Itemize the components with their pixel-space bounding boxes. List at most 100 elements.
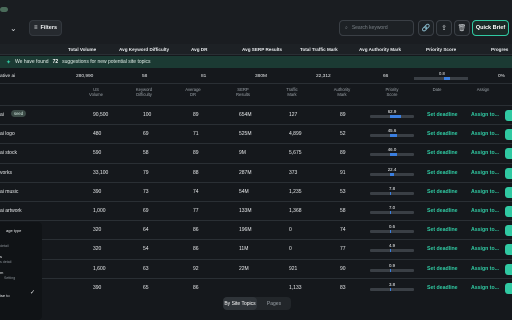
set-deadline-link[interactable]: Set deadline	[427, 227, 458, 233]
dropdown-item[interactable]: ise to	[0, 293, 10, 298]
row-action-button[interactable]	[505, 206, 512, 217]
export-button[interactable]: ⇪	[436, 20, 452, 36]
assign-to-link[interactable]: Assign to...	[471, 170, 499, 176]
col-serp[interactable]: SERP Results	[226, 87, 260, 97]
assign-to-link[interactable]: Assign to...	[471, 208, 499, 214]
summary-keyword: ative ai	[0, 74, 16, 79]
cell-vol: 590	[93, 150, 102, 157]
set-deadline-link[interactable]: Set deadline	[427, 170, 458, 176]
row-keyword[interactable]: ai	[0, 112, 4, 118]
row-keyword[interactable]: ai stock	[0, 150, 17, 156]
priority-score-header[interactable]: Priority Score	[426, 47, 456, 52]
row-action-button[interactable]	[505, 148, 512, 160]
total-traffic-header[interactable]: Total Traffic Mark	[300, 47, 338, 52]
set-deadline-link[interactable]: Set deadline	[427, 112, 458, 118]
cell-kd: 73	[143, 188, 149, 195]
tab-site-topics[interactable]: By Site Topics	[223, 297, 257, 310]
assign-to-link[interactable]: Assign to...	[471, 266, 499, 272]
row-action-button[interactable]	[505, 225, 512, 237]
set-deadline-link[interactable]: Set deadline	[427, 131, 458, 137]
table-row[interactable]: 1,600 63 92 22M 921 90 0.9 Set deadline Assign t…	[0, 258, 512, 278]
summary-volume: 280,990	[76, 74, 94, 79]
assign-to-link[interactable]: Assign to...	[471, 150, 499, 156]
cell-serp: 133M	[239, 208, 252, 214]
table-row[interactable]: ai stock 590 58 89 9M 5,675 89 46.0 Set deadline…	[0, 143, 512, 162]
search-input[interactable]: ⌕ Search keyword	[339, 20, 414, 36]
dropdown-item[interactable]: Setting	[4, 276, 15, 280]
table-row[interactable]: 320 54 86 11M 0 77 4.9 Set deadline Assign to...	[0, 239, 512, 258]
dropdown-item[interactable]: s detail	[0, 260, 11, 264]
dropdown-item[interactable]: age type	[6, 228, 21, 233]
set-deadline-link[interactable]: Set deadline	[427, 266, 458, 272]
row-keyword[interactable]: ai logo	[0, 131, 15, 137]
row-action-button[interactable]	[505, 167, 512, 179]
set-deadline-link[interactable]: Set deadline	[427, 285, 458, 291]
assign-to-link[interactable]: Assign to...	[471, 246, 499, 252]
chevron-down-icon[interactable]: ⌄	[10, 24, 20, 34]
assign-to-link[interactable]: Assign to...	[471, 227, 499, 233]
col-date[interactable]: Date	[420, 87, 454, 92]
table-row[interactable]: 320 64 86 196M 0 74 0.6 Set deadline Assign to..…	[0, 220, 512, 239]
cell-kd: 54	[143, 246, 149, 253]
table-row[interactable]: ai music 390 73 74 54M 1,235 53 7.8 Set deadline…	[0, 181, 512, 201]
set-deadline-link[interactable]: Set deadline	[427, 208, 458, 214]
col-dr[interactable]: Average DR	[176, 87, 210, 97]
row-action-button[interactable]	[505, 186, 512, 198]
cell-auth: 90	[340, 265, 346, 272]
quick-brief-button[interactable]: Quick Brief	[472, 20, 509, 36]
avg-authority-header[interactable]: Avg Authority Mark	[359, 47, 401, 52]
assign-to-link[interactable]: Assign to...	[471, 131, 499, 137]
assign-to-link[interactable]: Assign to...	[471, 189, 499, 195]
row-action-button[interactable]	[505, 110, 512, 121]
col-assign[interactable]: Assign	[466, 87, 500, 92]
row-keyword[interactable]: ai artwork	[0, 208, 22, 214]
col-traffic[interactable]: Traffic Mark	[275, 87, 309, 97]
total-volume-header[interactable]: Total Volume	[68, 47, 96, 52]
col-priority[interactable]: Priority Score	[375, 87, 409, 97]
cell-dr: 89	[193, 112, 199, 118]
status-badge	[0, 7, 8, 12]
summary-priority: 0.8	[439, 71, 445, 76]
filters-button[interactable]: ≡ Filters	[29, 20, 62, 36]
table-row[interactable]: ai logo 480 69 71 525M 4,899 52 45.6 Set deadlin…	[0, 124, 512, 143]
progress-header[interactable]: Progres	[491, 47, 508, 52]
cell-dr: 71	[193, 131, 199, 138]
priority-score: 0.9	[370, 263, 414, 272]
tab-pages[interactable]: Pages	[257, 297, 291, 310]
cell-auth: 74	[340, 227, 346, 234]
col-kd[interactable]: Keyword Difficulty	[127, 87, 161, 97]
dropdown-item[interactable]: s	[0, 254, 2, 259]
avg-serp-header[interactable]: Avg SERP Results	[242, 47, 282, 52]
priority-bar	[370, 268, 414, 272]
row-keyword[interactable]: ai music	[0, 189, 18, 195]
row-action-button[interactable]	[505, 263, 512, 275]
row-keyword[interactable]: vorks	[0, 170, 12, 176]
set-deadline-link[interactable]: Set deadline	[427, 189, 458, 195]
col-authority[interactable]: Authority Mark	[325, 87, 359, 97]
dropdown-item[interactable]: m	[0, 270, 3, 275]
assign-to-link[interactable]: Assign to...	[471, 285, 499, 291]
avg-kd-header[interactable]: Avg Keyword Difficulty	[119, 47, 169, 52]
cell-auth: 89	[340, 112, 346, 118]
delete-button[interactable]: 🗑	[454, 20, 470, 36]
set-deadline-link[interactable]: Set deadline	[427, 246, 458, 252]
assign-to-link[interactable]: Assign to...	[471, 112, 499, 118]
col-volume[interactable]: US Volume	[79, 87, 113, 97]
table-row[interactable]: vorks 33,100 79 88 287M 373 91 22.4 Set deadline…	[0, 162, 512, 182]
priority-value: 45.6	[387, 128, 397, 134]
table-row[interactable]: 390 65 86 1,133 83 3.8 Set deadline Assign to..…	[0, 277, 512, 297]
cell-vol: 1,600	[93, 265, 106, 272]
link-button[interactable]: 🔗	[418, 20, 434, 36]
priority-score: 0.6	[370, 224, 414, 234]
priority-bar	[370, 153, 414, 157]
table-row[interactable]: ai seed 90,500 100 89 654M 127 89 62.9 Set deadli…	[0, 105, 512, 124]
dropdown-item[interactable]: detail	[0, 244, 9, 248]
row-action-button[interactable]	[505, 244, 512, 256]
table-row[interactable]: ai artwork 1,000 69 77 133M 1,368 58 7.0 Set dea…	[0, 201, 512, 220]
filter-icon: ≡	[34, 25, 38, 31]
row-action-button[interactable]	[505, 129, 512, 141]
avg-dr-header[interactable]: Avg DR	[191, 47, 207, 52]
row-action-button[interactable]	[505, 282, 512, 294]
set-deadline-link[interactable]: Set deadline	[427, 150, 458, 156]
priority-bar-fill	[390, 230, 391, 234]
